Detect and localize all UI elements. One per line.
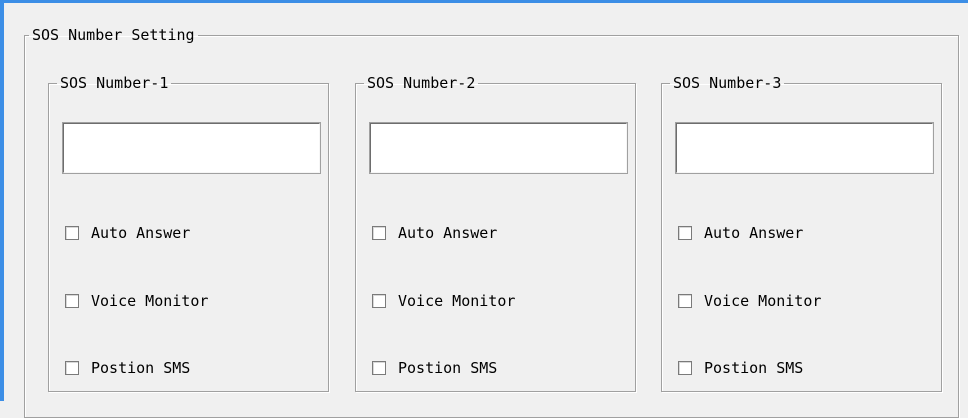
checkbox-box[interactable] — [372, 361, 386, 375]
sos-1-position-sms-checkbox[interactable]: Postion SMS — [65, 359, 190, 377]
sos-1-voice-monitor-checkbox[interactable]: Voice Monitor — [65, 292, 208, 310]
checkbox-label: Postion SMS — [704, 359, 804, 377]
checkbox-label: Auto Answer — [398, 224, 498, 242]
window-top-border — [0, 0, 968, 3]
sos-3-position-sms-checkbox[interactable]: Postion SMS — [678, 359, 803, 377]
checkbox-label: Postion SMS — [398, 359, 498, 377]
sos-1-auto-answer-checkbox[interactable]: Auto Answer — [65, 224, 190, 242]
sos-number-2-group: SOS Number-2 Auto Answer Voice Monitor P… — [355, 74, 636, 392]
sos-number-1-input[interactable] — [62, 122, 321, 174]
checkbox-box[interactable] — [678, 361, 692, 375]
window-left-border — [0, 0, 4, 401]
sos-number-1-title: SOS Number-1 — [60, 74, 169, 92]
sos-number-3-title: SOS Number-3 — [673, 74, 782, 92]
checkbox-label: Voice Monitor — [398, 292, 516, 310]
sos-2-voice-monitor-checkbox[interactable]: Voice Monitor — [372, 292, 515, 310]
checkbox-box[interactable] — [372, 226, 386, 240]
checkbox-label: Auto Answer — [91, 224, 191, 242]
sos-3-voice-monitor-checkbox[interactable]: Voice Monitor — [678, 292, 821, 310]
checkbox-label: Voice Monitor — [91, 292, 209, 310]
checkbox-label: Voice Monitor — [704, 292, 822, 310]
sos-number-2-input[interactable] — [369, 122, 628, 174]
sos-3-auto-answer-checkbox[interactable]: Auto Answer — [678, 224, 803, 242]
checkbox-box[interactable] — [65, 361, 79, 375]
sos-2-position-sms-checkbox[interactable]: Postion SMS — [372, 359, 497, 377]
checkbox-box[interactable] — [678, 294, 692, 308]
checkbox-box[interactable] — [678, 226, 692, 240]
checkbox-box[interactable] — [372, 294, 386, 308]
sos-number-1-group: SOS Number-1 Auto Answer Voice Monitor P… — [48, 74, 329, 392]
checkbox-box[interactable] — [65, 294, 79, 308]
checkbox-box[interactable] — [65, 226, 79, 240]
sos-2-auto-answer-checkbox[interactable]: Auto Answer — [372, 224, 497, 242]
sos-number-3-input[interactable] — [675, 122, 934, 174]
sos-number-setting-title: SOS Number Setting — [32, 26, 195, 44]
checkbox-label: Auto Answer — [704, 224, 804, 242]
sos-number-2-title: SOS Number-2 — [367, 74, 476, 92]
sos-number-3-group: SOS Number-3 Auto Answer Voice Monitor P… — [661, 74, 942, 392]
checkbox-label: Postion SMS — [91, 359, 191, 377]
